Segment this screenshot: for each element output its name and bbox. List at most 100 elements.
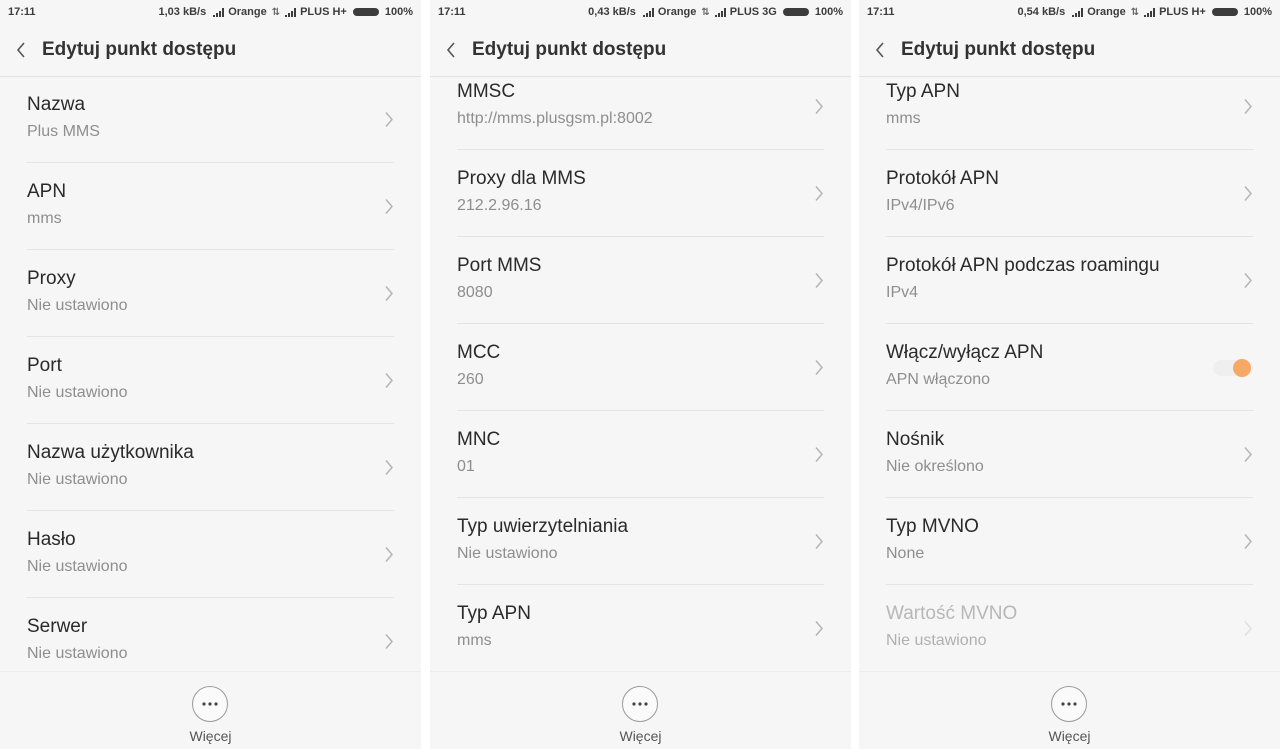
chevron-right-icon [385, 112, 393, 127]
setting-row[interactable]: Wartość MVNO Nie ustawiono [886, 585, 1253, 671]
setting-value: Nie ustawiono [457, 545, 558, 562]
setting-row[interactable]: Nazwa Plus MMS [27, 77, 394, 163]
more-button[interactable] [191, 686, 228, 722]
bottom-bar: Więcej [0, 671, 421, 749]
more-label: Więcej [619, 728, 662, 744]
page-title: Edytuj punkt dostępu [42, 39, 237, 60]
setting-row[interactable]: Port Nie ustawiono [27, 337, 394, 424]
network-speed: 1,03 kB/s [158, 6, 207, 18]
chevron-left-icon [16, 42, 25, 58]
signal-icon [213, 7, 225, 17]
settings-list[interactable]: Nazwa Plus MMS APN mms Proxy Nie ustawiono Por… [0, 77, 421, 671]
setting-row[interactable]: Nazwa użytkownika Nie ustawiono [27, 424, 394, 511]
status-right: 0,43 kB/s Orange ⇅ PLUS 3G 100% [588, 6, 843, 18]
chevron-right-icon [815, 186, 823, 201]
status-time: 17:11 [867, 6, 895, 18]
battery-icon [352, 8, 379, 16]
setting-row[interactable]: Typ APN mms [886, 77, 1253, 150]
more-horizontal-icon [201, 702, 218, 706]
toggle-knob [1233, 359, 1251, 377]
carrier-1: Orange [1087, 6, 1126, 18]
screen-3: 17:11 0,54 kB/s Orange ⇅ PLUS H+ 100% Ed… [859, 0, 1280, 749]
setting-value: APN włączono [886, 371, 991, 388]
more-label: Więcej [189, 728, 232, 744]
carrier-2: PLUS 3G [729, 6, 777, 18]
setting-value: Nie ustawiono [27, 645, 128, 662]
setting-row[interactable]: MMSC http://mms.plusgsm.pl:8002 [457, 77, 824, 150]
setting-row[interactable]: Typ uwierzytelniania Nie ustawiono [457, 498, 824, 585]
signal-icon-2 [714, 7, 726, 17]
screen-2: 17:11 0,43 kB/s Orange ⇅ PLUS 3G 100% Ed… [430, 0, 851, 749]
network-speed: 0,54 kB/s [1017, 6, 1066, 18]
setting-row[interactable]: Serwer Nie ustawiono [27, 598, 394, 671]
carrier-2: PLUS H+ [300, 6, 347, 18]
setting-title: Protokół APN podczas roamingu [886, 255, 1160, 276]
setting-row[interactable]: Protokół APN podczas roamingu IPv4 [886, 237, 1253, 324]
setting-row[interactable]: Hasło Nie ustawiono [27, 511, 394, 598]
chevron-right-icon [815, 534, 823, 549]
setting-value: mms [27, 210, 62, 227]
setting-value: 01 [457, 458, 475, 475]
status-bar: 17:11 1,03 kB/s Orange ⇅ PLUS H+ 100% [0, 0, 421, 24]
setting-title: MMSC [457, 81, 516, 102]
toolbar: Edytuj punkt dostępu [859, 24, 1280, 77]
setting-row[interactable]: APN mms [27, 163, 394, 250]
settings-list[interactable]: Typ APN mms Protokół APN IPv4/IPv6 Protokół … [859, 77, 1280, 671]
setting-row[interactable]: Typ MVNO None [886, 498, 1253, 585]
setting-value: Nie określono [886, 458, 984, 475]
status-right: 0,54 kB/s Orange ⇅ PLUS H+ 100% [1017, 6, 1272, 18]
setting-value: Nie ustawiono [27, 558, 128, 575]
setting-title: APN [27, 181, 67, 202]
setting-row[interactable]: Nośnik Nie określono [886, 411, 1253, 498]
setting-row[interactable]: Protokół APN IPv4/IPv6 [886, 150, 1253, 237]
status-right: 1,03 kB/s Orange ⇅ PLUS H+ 100% [158, 6, 413, 18]
setting-row[interactable]: Proxy dla MMS 212.2.96.16 [457, 150, 824, 237]
carrier-1: Orange [657, 6, 697, 18]
data-activity-icon: ⇅ [1130, 6, 1140, 18]
back-button[interactable] [859, 24, 901, 76]
setting-title: Proxy [27, 268, 76, 289]
more-label: Więcej [1048, 728, 1091, 744]
setting-row[interactable]: Włącz/wyłącz APN APN włączono [886, 324, 1253, 411]
setting-value: mms [886, 110, 921, 127]
setting-value: mms [457, 632, 492, 649]
more-button[interactable] [621, 686, 658, 722]
setting-value: IPv4 [886, 284, 919, 301]
chevron-right-icon [385, 199, 393, 214]
chevron-right-icon [385, 286, 393, 301]
setting-row[interactable]: Port MMS 8080 [457, 237, 824, 324]
carrier-1: Orange [228, 6, 267, 18]
network-speed: 0,43 kB/s [588, 6, 636, 18]
status-time: 17:11 [8, 6, 36, 18]
page-title: Edytuj punkt dostępu [901, 39, 1096, 60]
setting-row[interactable]: MCC 260 [457, 324, 824, 411]
setting-title: Wartość MVNO [886, 603, 1018, 624]
setting-title: Port [27, 355, 62, 376]
setting-title: Proxy dla MMS [457, 168, 586, 189]
chevron-right-icon [1244, 447, 1252, 462]
setting-row[interactable]: Typ APN mms [457, 585, 824, 671]
settings-list[interactable]: MMSC http://mms.plusgsm.pl:8002 Proxy dla … [430, 77, 851, 671]
setting-value: IPv4/IPv6 [886, 197, 955, 214]
toolbar: Edytuj punkt dostępu [430, 24, 851, 77]
chevron-right-icon [815, 360, 823, 375]
setting-value: Nie ustawiono [886, 632, 987, 649]
battery-percent: 100% [384, 6, 413, 18]
back-button[interactable] [0, 24, 42, 76]
setting-title: MNC [457, 429, 501, 450]
apn-enabled-toggle[interactable] [1213, 357, 1253, 379]
setting-title: Protokół APN [886, 168, 999, 189]
setting-value: 8080 [457, 284, 493, 301]
chevron-right-icon [815, 99, 823, 114]
setting-row[interactable]: MNC 01 [457, 411, 824, 498]
setting-value: 212.2.96.16 [457, 197, 542, 214]
setting-title: Typ APN [886, 81, 960, 102]
back-button[interactable] [430, 24, 472, 76]
setting-value: Plus MMS [27, 123, 100, 140]
setting-title: MCC [457, 342, 501, 363]
more-button[interactable] [1050, 686, 1087, 722]
settings-list-content: MMSC http://mms.plusgsm.pl:8002 Proxy dla … [430, 77, 851, 671]
setting-value: Nie ustawiono [27, 384, 128, 401]
setting-row[interactable]: Proxy Nie ustawiono [27, 250, 394, 337]
chevron-right-icon [815, 621, 823, 636]
